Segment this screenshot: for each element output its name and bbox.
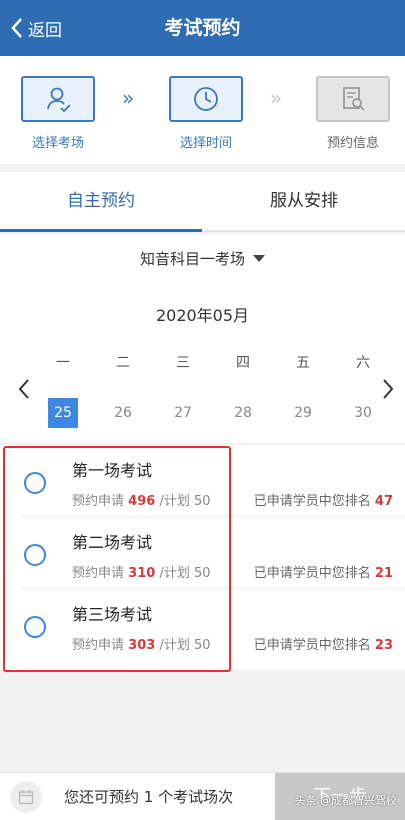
remaining-sessions-text: 您还可预约 1 个考试场次 bbox=[64, 788, 234, 806]
step-label: 预约信息 bbox=[326, 136, 379, 151]
session-name: 第一场考试 bbox=[72, 461, 153, 480]
clock-icon bbox=[194, 87, 218, 111]
rank-value: 23 bbox=[374, 638, 393, 653]
tab-self-booking[interactable]: 自主预约 bbox=[0, 172, 202, 232]
plan-label: /计划 bbox=[159, 494, 190, 509]
document-search-icon bbox=[343, 87, 365, 111]
session-list: 第一场考试 预约申请 496 /计划 50 已申请学员中您排名 47 第二场考试… bbox=[0, 445, 405, 670]
date-cell[interactable]: 29 bbox=[288, 398, 318, 428]
radio-button[interactable] bbox=[24, 544, 46, 566]
date-picker: 2020年05月 一 二 三 四 五 六 25 26 27 28 29 30 bbox=[0, 282, 405, 444]
calendar-glyph bbox=[18, 790, 34, 805]
step-label: 选择考场 bbox=[31, 136, 84, 151]
date-cell[interactable]: 30 bbox=[348, 398, 378, 428]
step-icon-box bbox=[316, 76, 390, 122]
session-row[interactable]: 第三场考试 预约申请 303 /计划 50 已申请学员中您排名 23 bbox=[0, 589, 405, 661]
date-cell-selected[interactable]: 25 bbox=[48, 398, 78, 428]
session-row[interactable]: 第二场考试 预约申请 310 /计划 50 已申请学员中您排名 21 bbox=[0, 517, 405, 589]
rank-value: 21 bbox=[374, 566, 393, 581]
chevron-left-icon[interactable] bbox=[16, 378, 32, 400]
chevron-right-icon[interactable] bbox=[380, 378, 396, 400]
session-name: 第三场考试 bbox=[72, 605, 153, 624]
next-step-button[interactable]: 下一步 bbox=[275, 773, 405, 820]
double-chevron-right-icon: » bbox=[270, 86, 282, 110]
rank-label: 已申请学员中您排名 bbox=[253, 638, 371, 653]
rank-value: 47 bbox=[374, 494, 393, 509]
bottom-bar: 您还可预约 1 个考试场次 下一步 bbox=[0, 772, 405, 820]
weekday-label: 六 bbox=[356, 355, 370, 371]
session-name: 第二场考试 bbox=[72, 533, 153, 552]
calendar-icon bbox=[10, 781, 42, 813]
plan-count: 50 bbox=[193, 494, 211, 509]
back-button[interactable]: 返回 bbox=[10, 0, 62, 56]
plan-count: 50 bbox=[193, 566, 211, 581]
weekday-label: 一 bbox=[56, 355, 70, 371]
step-indicator: 选择考场 » 选择时间 » 预约信息 bbox=[0, 56, 405, 164]
back-label: 返回 bbox=[28, 20, 62, 41]
app-header: 返回 考试预约 bbox=[0, 0, 405, 56]
radio-button[interactable] bbox=[24, 616, 46, 638]
weekday-label: 五 bbox=[296, 355, 310, 371]
session-quota: 预约申请 310 /计划 50 bbox=[72, 562, 211, 581]
session-quota: 预约申请 303 /计划 50 bbox=[72, 634, 211, 653]
venue-dropdown-label: 知音科目一考场 bbox=[139, 249, 245, 268]
step-booking-info[interactable]: 预约信息 bbox=[313, 76, 393, 151]
applied-count: 303 bbox=[128, 638, 156, 653]
person-check-icon bbox=[47, 87, 71, 113]
tab-arranged[interactable]: 服从安排 bbox=[203, 172, 405, 230]
session-row[interactable]: 第一场考试 预约申请 496 /计划 50 已申请学员中您排名 47 bbox=[0, 445, 405, 517]
session-rank: 已申请学员中您排名 21 bbox=[254, 562, 393, 581]
weekday-label: 三 bbox=[176, 355, 190, 371]
step-icon-box bbox=[21, 76, 95, 122]
weekday-label: 四 bbox=[236, 355, 250, 371]
session-rank: 已申请学员中您排名 23 bbox=[254, 634, 393, 653]
venue-dropdown[interactable]: 知音科目一考场 bbox=[0, 234, 405, 282]
applied-label: 预约申请 bbox=[72, 566, 125, 581]
radio-button[interactable] bbox=[24, 472, 46, 494]
step-label: 选择时间 bbox=[179, 136, 232, 151]
plan-label: /计划 bbox=[159, 566, 190, 581]
step-select-venue[interactable]: 选择考场 bbox=[18, 76, 98, 151]
date-cell[interactable]: 27 bbox=[168, 398, 198, 428]
double-chevron-right-icon: » bbox=[122, 86, 134, 110]
session-rank: 已申请学员中您排名 47 bbox=[254, 490, 393, 509]
applied-label: 预约申请 bbox=[72, 494, 125, 509]
caret-down-icon bbox=[253, 254, 265, 262]
rank-label: 已申请学员中您排名 bbox=[253, 494, 371, 509]
booking-mode-tabs: 自主预约 服从安排 bbox=[0, 172, 405, 232]
month-label: 2020年05月 bbox=[155, 306, 250, 325]
date-cell[interactable]: 28 bbox=[228, 398, 258, 428]
weekday-label: 二 bbox=[116, 355, 130, 371]
applied-label: 预约申请 bbox=[72, 638, 125, 653]
session-quota: 预约申请 496 /计划 50 bbox=[72, 490, 211, 509]
rank-label: 已申请学员中您排名 bbox=[253, 566, 371, 581]
plan-label: /计划 bbox=[159, 638, 190, 653]
chevron-left-icon bbox=[11, 18, 22, 38]
step-select-time[interactable]: 选择时间 bbox=[166, 76, 246, 151]
date-cell[interactable]: 26 bbox=[108, 398, 138, 428]
plan-count: 50 bbox=[193, 638, 211, 653]
applied-count: 496 bbox=[128, 494, 156, 509]
applied-count: 310 bbox=[128, 566, 156, 581]
step-icon-box bbox=[169, 76, 243, 122]
